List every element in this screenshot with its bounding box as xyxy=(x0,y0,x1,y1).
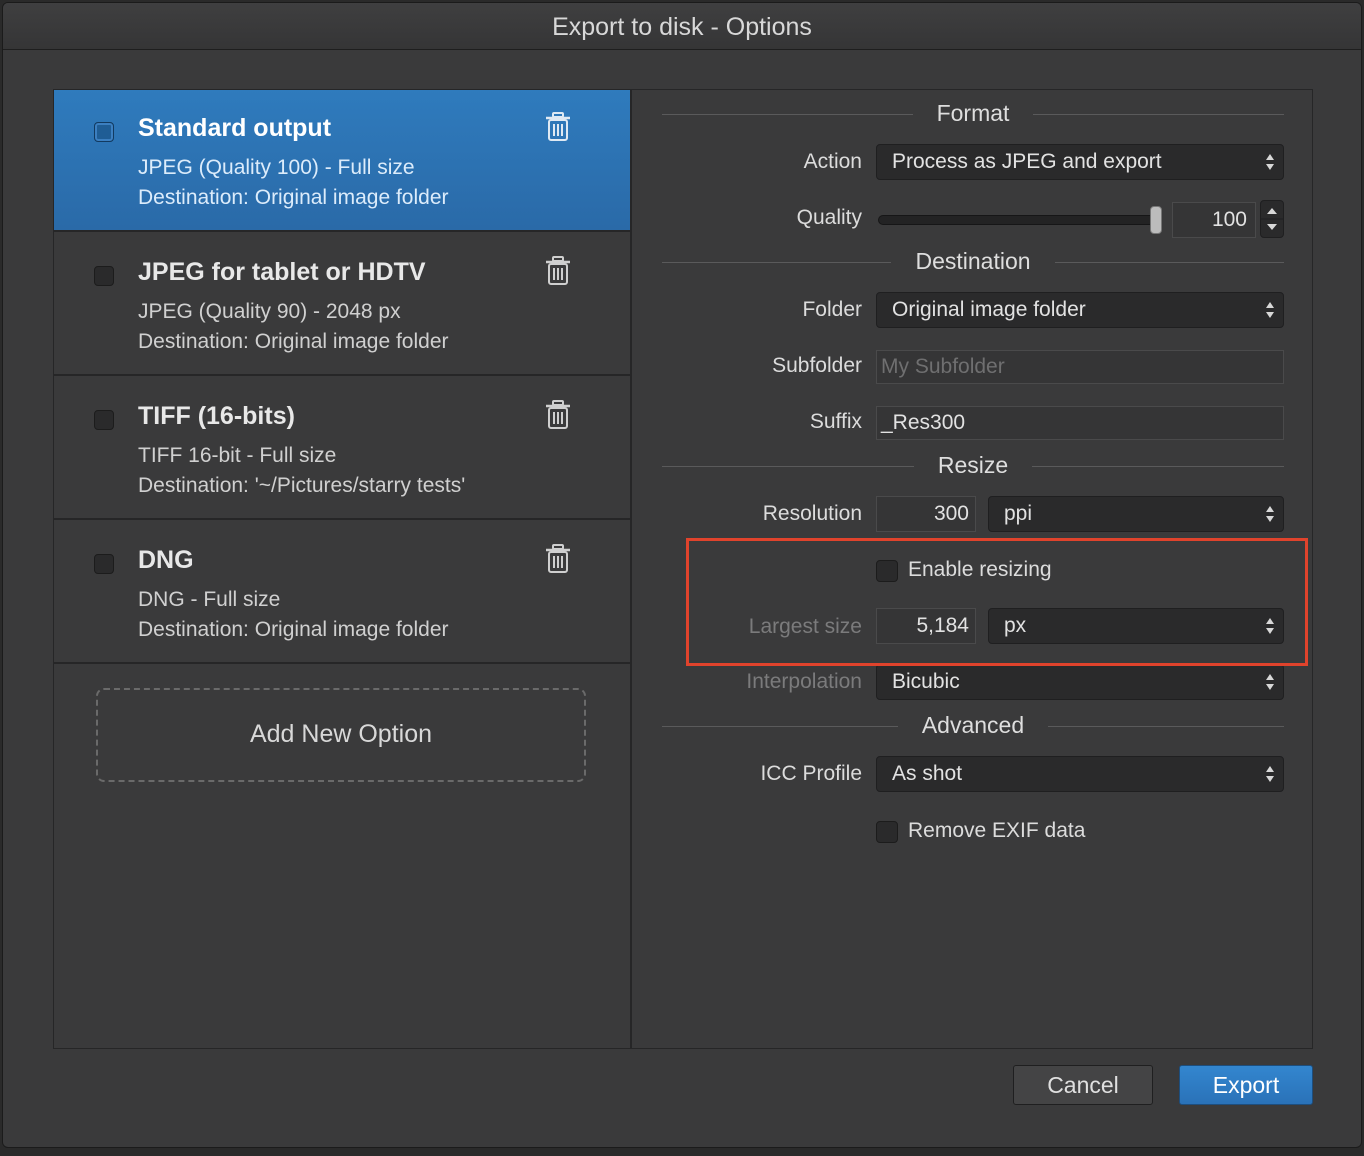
resolution-input[interactable]: 300 xyxy=(876,496,976,532)
interpolation-label: Interpolation xyxy=(746,670,862,693)
stepper-arrows-icon xyxy=(1261,208,1283,230)
section-heading: Format xyxy=(912,100,1034,126)
preset-checkbox[interactable] xyxy=(94,266,114,286)
updown-arrows-icon xyxy=(1266,674,1274,690)
preset-checkbox[interactable] xyxy=(94,122,114,142)
quality-label: Quality xyxy=(796,206,862,229)
icc-profile-select[interactable]: As shot xyxy=(876,756,1284,792)
preset-item-dng[interactable]: DNG DNG - Full size Destination: Origina… xyxy=(54,522,630,664)
section-destination: Destination xyxy=(662,248,1284,278)
updown-arrows-icon xyxy=(1266,302,1274,318)
preset-item-standard-output[interactable]: Standard output JPEG (Quality 100) - Ful… xyxy=(54,90,630,232)
trash-icon[interactable] xyxy=(544,400,572,430)
action-label: Action xyxy=(803,150,862,173)
preset-item-jpeg-tablet[interactable]: JPEG for tablet or HDTV JPEG (Quality 90… xyxy=(54,234,630,376)
updown-arrows-icon xyxy=(1266,506,1274,522)
remove-exif-label: Remove EXIF data xyxy=(908,819,1086,842)
preset-format: JPEG (Quality 100) - Full size xyxy=(138,156,415,179)
icc-profile-label: ICC Profile xyxy=(760,762,862,785)
preset-list: Standard output JPEG (Quality 100) - Ful… xyxy=(54,90,632,1048)
updown-arrows-icon xyxy=(1266,154,1274,170)
subfolder-input[interactable]: My Subfolder xyxy=(876,350,1284,384)
remove-exif-checkbox[interactable] xyxy=(876,821,898,843)
icc-profile-value: As shot xyxy=(892,762,963,785)
cancel-button[interactable]: Cancel xyxy=(1013,1065,1153,1105)
interpolation-select[interactable]: Bicubic xyxy=(876,664,1284,700)
folder-value: Original image folder xyxy=(892,298,1086,321)
subfolder-label: Subfolder xyxy=(772,354,862,377)
preset-format: JPEG (Quality 90) - 2048 px xyxy=(138,300,401,323)
interpolation-value: Bicubic xyxy=(892,670,960,693)
action-select[interactable]: Process as JPEG and export xyxy=(876,144,1284,180)
preset-item-tiff[interactable]: TIFF (16-bits) TIFF 16-bit - Full size D… xyxy=(54,378,630,520)
window-title: Export to disk - Options xyxy=(3,3,1361,50)
resolution-unit-select[interactable]: ppi xyxy=(988,496,1284,532)
quality-slider-knob[interactable] xyxy=(1150,206,1162,234)
preset-checkbox[interactable] xyxy=(94,554,114,574)
folder-label: Folder xyxy=(802,298,862,321)
preset-name: Standard output xyxy=(138,114,332,142)
preset-destination: Destination: Original image folder xyxy=(138,330,449,353)
section-resize: Resize xyxy=(662,452,1284,482)
quality-slider-track[interactable] xyxy=(878,215,1160,225)
preset-format: DNG - Full size xyxy=(138,588,281,611)
preset-checkbox[interactable] xyxy=(94,410,114,430)
section-heading: Destination xyxy=(891,248,1055,274)
quality-input[interactable]: 100 xyxy=(1172,202,1256,238)
trash-icon[interactable] xyxy=(544,112,572,142)
preset-destination: Destination: Original image folder xyxy=(138,618,449,641)
quality-stepper[interactable] xyxy=(1260,200,1284,238)
preset-destination: Destination: '~/Pictures/starry tests' xyxy=(138,474,466,497)
add-new-option-button[interactable]: Add New Option xyxy=(96,688,586,782)
export-button[interactable]: Export xyxy=(1179,1065,1313,1105)
section-heading: Resize xyxy=(913,452,1033,478)
highlight-annotation xyxy=(686,538,1308,666)
section-format: Format xyxy=(662,100,1284,130)
updown-arrows-icon xyxy=(1266,766,1274,782)
resolution-unit-value: ppi xyxy=(1004,502,1033,525)
section-heading: Advanced xyxy=(897,712,1049,738)
preset-name: TIFF (16-bits) xyxy=(138,402,295,430)
preset-format: TIFF 16-bit - Full size xyxy=(138,444,337,467)
trash-icon[interactable] xyxy=(544,256,572,286)
section-advanced: Advanced xyxy=(662,712,1284,742)
preset-destination: Destination: Original image folder xyxy=(138,186,449,209)
preset-name: JPEG for tablet or HDTV xyxy=(138,258,426,286)
suffix-input[interactable]: _Res300 xyxy=(876,406,1284,440)
suffix-label: Suffix xyxy=(809,410,862,433)
preset-name: DNG xyxy=(138,546,194,574)
resolution-label: Resolution xyxy=(762,502,862,525)
trash-icon[interactable] xyxy=(544,544,572,574)
folder-select[interactable]: Original image folder xyxy=(876,292,1284,328)
action-value: Process as JPEG and export xyxy=(892,150,1162,173)
